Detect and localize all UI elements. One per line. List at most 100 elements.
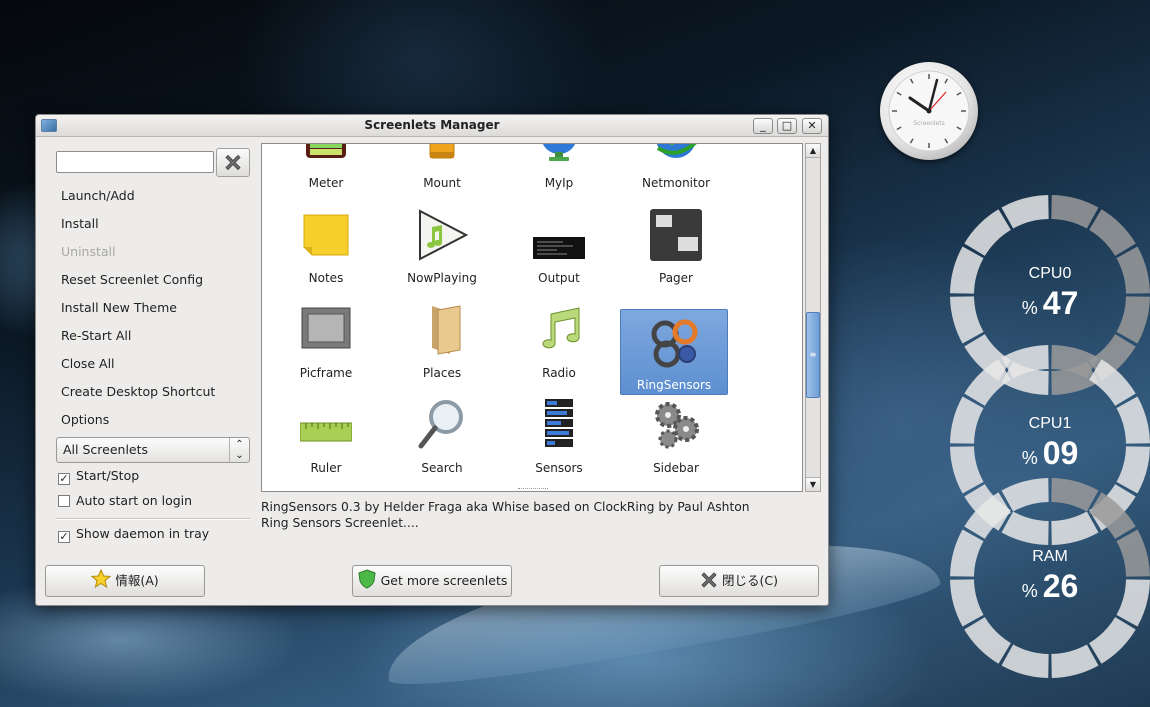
screenlet-tile[interactable]: Output [505,201,613,287]
ring-sensor-value-row: % 47 [950,285,1150,322]
screenlet-tile[interactable]: Ruler [272,391,380,477]
get-more-screenlets-button[interactable]: Get more screenlets [352,565,512,597]
action-install[interactable]: Install [56,210,256,238]
show-daemon-checkbox[interactable]: ✓ Show daemon in tray [58,525,209,543]
get-more-screenlets-label: Get more screenlets [380,573,508,588]
description-line-2: Ring Sensors Screenlet.... [261,516,419,530]
screenlet-tile[interactable]: Sidebar [622,391,730,477]
close-window-button[interactable]: ✕ [802,118,822,134]
magnifier-icon [418,400,463,449]
separator [56,518,250,520]
ring-sensor-value: 47 [1042,285,1079,321]
screenlet-tile[interactable]: MyIp [505,144,613,192]
auto-start-checkbox[interactable]: Auto start on login [58,492,192,510]
maximize-button[interactable]: □ [777,118,797,134]
grid-scrollbar[interactable]: ▲ ≡ ▼ [805,143,821,492]
start-stop-checkbox[interactable]: ✓ Start/Stop [58,467,139,485]
close-button[interactable]: 閉じる(C) [659,565,819,597]
screenlet-tile[interactable]: Places [388,296,496,382]
ring-segment [1051,345,1099,379]
sensors-icon [545,399,573,447]
window-title: Screenlets Manager [364,118,500,132]
ring-segment [1001,195,1049,229]
ring-segment [964,617,1011,664]
screenlet-tile[interactable]: Radio [505,296,613,382]
picframe-icon [301,307,351,349]
ring-sensor-unit: % [1021,298,1043,318]
updown-arrows-icon: ⌃ ⌄ [229,438,249,462]
screenlet-tile[interactable]: Search [388,391,496,477]
ring-sensor-value-row: % 26 [950,568,1150,605]
star-icon [91,569,112,589]
screenlet-label: RingSensors [636,378,712,392]
nowplaying-icon [419,209,468,261]
action-list: Launch/Add Install Uninstall Reset Scree… [56,182,256,434]
notes-icon [303,214,349,256]
action-close-all[interactable]: Close All [56,350,256,378]
clear-icon [225,154,241,171]
auto-start-label: Auto start on login [76,493,193,508]
screenlets-manager-window: Screenlets Manager _ □ ✕ Launch/Add Inst… [35,114,829,606]
title-bar[interactable]: Screenlets Manager _ □ ✕ [36,115,828,137]
minimize-button[interactable]: _ [753,118,773,134]
auto-start-check-icon[interactable] [58,495,70,507]
folder-icon [432,305,461,355]
ring-segment [964,492,1011,539]
output-icon [533,237,585,259]
ring-segment [964,209,1011,256]
action-options[interactable]: Options [56,406,256,434]
action-launch-add[interactable]: Launch/Add [56,182,256,210]
screenlet-label: Radio [542,366,576,380]
screenlet-tile[interactable]: Pager [622,201,730,287]
radio-music-icon [542,307,580,349]
action-restart-all[interactable]: Re-Start All [56,322,256,350]
gears-icon [655,402,699,449]
close-icon [701,572,717,588]
ring-sensor-ram[interactable]: RAM% 26 [950,478,1150,678]
action-uninstall[interactable]: Uninstall [56,238,256,266]
meter-icon [306,144,346,158]
ring-segment [1001,644,1049,678]
show-daemon-check-icon[interactable]: ✓ [58,531,70,543]
screenlet-tile[interactable]: Sensors [505,391,613,477]
ring-sensor-value-row: % 09 [950,435,1150,472]
screenlet-label: Ruler [310,461,342,475]
screenlet-tile[interactable]: Netmonitor [622,144,730,192]
screenlet-tile[interactable]: Notes [272,201,380,287]
ring-sensor-value: 09 [1042,435,1079,471]
ring-segment [1089,492,1136,539]
ringsensors-icon [651,319,698,368]
filter-select-value: All Screenlets [63,442,149,457]
screenlet-description: RingSensors 0.3 by Helder Fraga aka Whis… [261,499,750,531]
screenlet-tile[interactable]: Mount [388,144,496,192]
screenlet-tile[interactable]: Meter [272,144,380,192]
resize-grip[interactable] [518,488,548,491]
scroll-down-arrow-icon[interactable]: ▼ [806,477,820,491]
scroll-up-arrow-icon[interactable]: ▲ [806,144,820,158]
clear-search-button[interactable] [216,148,250,177]
filter-select[interactable]: All Screenlets ⌃ ⌄ [56,437,250,463]
screenlet-tile[interactable]: NowPlaying [388,201,496,287]
screenlet-tile-selected[interactable]: RingSensors [620,309,728,395]
screenlet-tile[interactable]: Picframe [272,296,380,382]
screenlet-label: MyIp [544,176,574,190]
info-button[interactable]: 情報(A) [45,565,205,597]
search-input[interactable] [56,151,214,173]
action-desktop-shortcut[interactable]: Create Desktop Shortcut [56,378,256,406]
ring-sensor-unit: % [1021,448,1043,468]
screenlets-grid[interactable]: Meter Mount MyIp Netmonitor Notes NowPla… [261,143,803,492]
start-stop-label: Start/Stop [76,468,140,483]
scroll-thumb[interactable]: ≡ [806,312,820,398]
mount-icon [429,144,455,159]
screenlet-label: Netmonitor [641,176,710,190]
analog-clock-widget[interactable]: Screenlets [880,62,978,160]
action-reset-config[interactable]: Reset Screenlet Config [56,266,256,294]
action-install-theme[interactable]: Install New Theme [56,294,256,322]
info-button-label: 情報(A) [115,573,159,588]
screenlet-label: Sensors [535,461,583,475]
start-stop-check-icon[interactable]: ✓ [58,473,70,485]
screenlet-label: Picframe [299,366,353,380]
ring-sensor-name: CPU1 [1028,415,1072,432]
clock-brand: Screenlets [913,120,945,127]
ring-segment [1089,617,1136,664]
